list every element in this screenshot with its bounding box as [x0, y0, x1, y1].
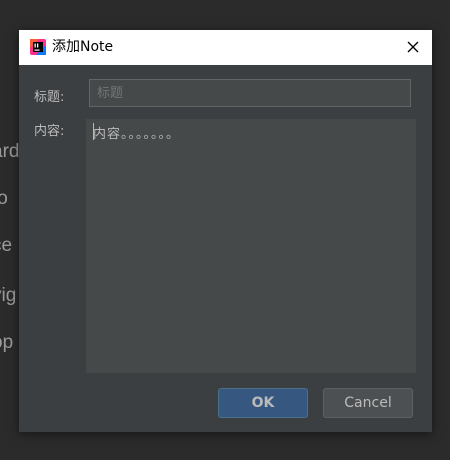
close-button[interactable] — [398, 33, 428, 62]
cancel-button[interactable]: Cancel — [323, 388, 413, 418]
background-text-fragment: op — [0, 332, 14, 353]
text-caret — [93, 123, 94, 140]
background-text-fragment: ard — [0, 141, 20, 162]
content-textarea[interactable]: 内容。。。。。。。 — [86, 119, 416, 373]
ok-button[interactable]: OK — [218, 388, 308, 418]
background-text-fragment: to — [0, 188, 8, 209]
title-input[interactable] — [89, 79, 411, 107]
add-note-dialog: 添加Note 标题: 内容: 内容。。。。。。。 OK Cancel — [19, 30, 432, 432]
dialog-titlebar: 添加Note — [19, 30, 432, 65]
intellij-app-icon — [30, 39, 46, 55]
dialog-title: 添加Note — [52, 39, 114, 55]
background-text-fragment: ce — [0, 235, 13, 256]
background-text-fragment: vig — [0, 285, 17, 306]
close-icon — [407, 38, 419, 57]
title-label: 标题: — [34, 90, 65, 105]
content-label: 内容: — [34, 124, 65, 139]
